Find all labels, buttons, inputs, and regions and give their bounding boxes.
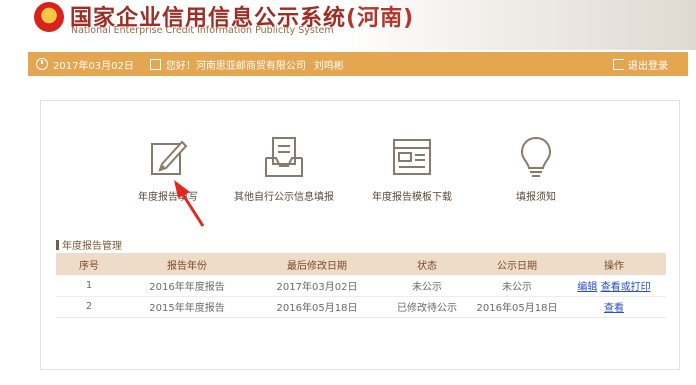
cell-pubdate: 2016年05月18日 [472,296,562,318]
cell-action: 编辑 查看或打印 [562,275,666,297]
greeting-text: 您好！河南思亚邮商贸有限公司 [165,60,306,72]
section-marker [56,239,59,250]
col-header-year: 报告年份 [122,253,252,275]
company-icon [149,58,161,70]
col-header-status: 状态 [382,253,472,275]
site-subtitle: National Enterprise Credit Information P… [71,25,334,36]
tool-template-download[interactable]: 年度报告模板下载 [352,134,472,203]
tool-annual-report-fill[interactable]: 年度报告填写 [108,134,228,203]
table-row: 1 2016年年度报告 2017年03月02日 未公示 未公示 编辑 查看或打印 [56,275,666,297]
template-icon [393,139,431,175]
site-header: ★ 国家企业信用信息公示系统(河南) National Enterprise C… [0,0,696,50]
col-header-pubdate: 公示日期 [472,253,562,275]
cell-modified: 2017年03月02日 [252,275,382,297]
edit-icon [151,140,188,175]
logout-button[interactable]: 退出登录 [613,52,668,76]
tool-filing-guide[interactable]: 填报须知 [476,134,596,203]
top-info-bar: 2017年03月02日 您好！河南思亚邮商贸有限公司 刘鸣彬 退出登录 [28,52,688,76]
document-icon [265,137,303,177]
cell-pubdate: 未公示 [472,275,562,297]
cell-no: 2 [56,296,122,318]
view-link[interactable]: 查看 [604,303,624,314]
tool-other-disclosure[interactable]: 其他自行公示信息填报 [224,134,344,203]
col-header-modified: 最后修改日期 [252,253,382,275]
section-title-annual-report: 年度报告管理 [56,237,122,252]
section-title-text: 年度报告管理 [62,241,122,252]
table-row: 2 2015年年度报告 2016年05月18日 已修改待公示 2016年05月1… [56,296,666,318]
table-header-row: 序号 报告年份 最后修改日期 状态 公示日期 操作 [56,253,666,275]
site-title-region: (河南) [346,6,415,31]
tool-label: 年度报告填写 [138,192,198,203]
clock-icon [36,58,48,70]
lightbulb-icon [520,136,552,177]
annual-report-table: 序号 报告年份 最后修改日期 状态 公示日期 操作 1 2016年年度报告 20… [56,253,666,318]
cell-year: 2016年年度报告 [122,275,252,297]
cell-no: 1 [56,275,122,297]
national-emblem-icon: ★ [34,2,64,32]
col-header-no: 序号 [56,253,122,275]
edit-link[interactable]: 编辑 [577,282,597,293]
logout-label: 退出登录 [628,60,668,72]
cell-action: 查看 [562,296,666,318]
cell-modified: 2016年05月18日 [252,296,382,318]
current-date: 2017年03月02日 [53,60,134,72]
cell-year: 2015年年度报告 [122,296,252,318]
cell-status: 未公示 [382,275,472,297]
logout-icon [613,58,624,70]
cell-status: 已修改待公示 [382,296,472,318]
tool-label: 其他自行公示信息填报 [234,192,334,203]
tool-label: 年度报告模板下载 [372,192,452,203]
user-name: 刘鸣彬 [313,60,344,72]
col-header-action: 操作 [562,253,666,275]
view-print-link[interactable]: 查看或打印 [601,282,651,293]
tool-label: 填报须知 [516,192,556,203]
